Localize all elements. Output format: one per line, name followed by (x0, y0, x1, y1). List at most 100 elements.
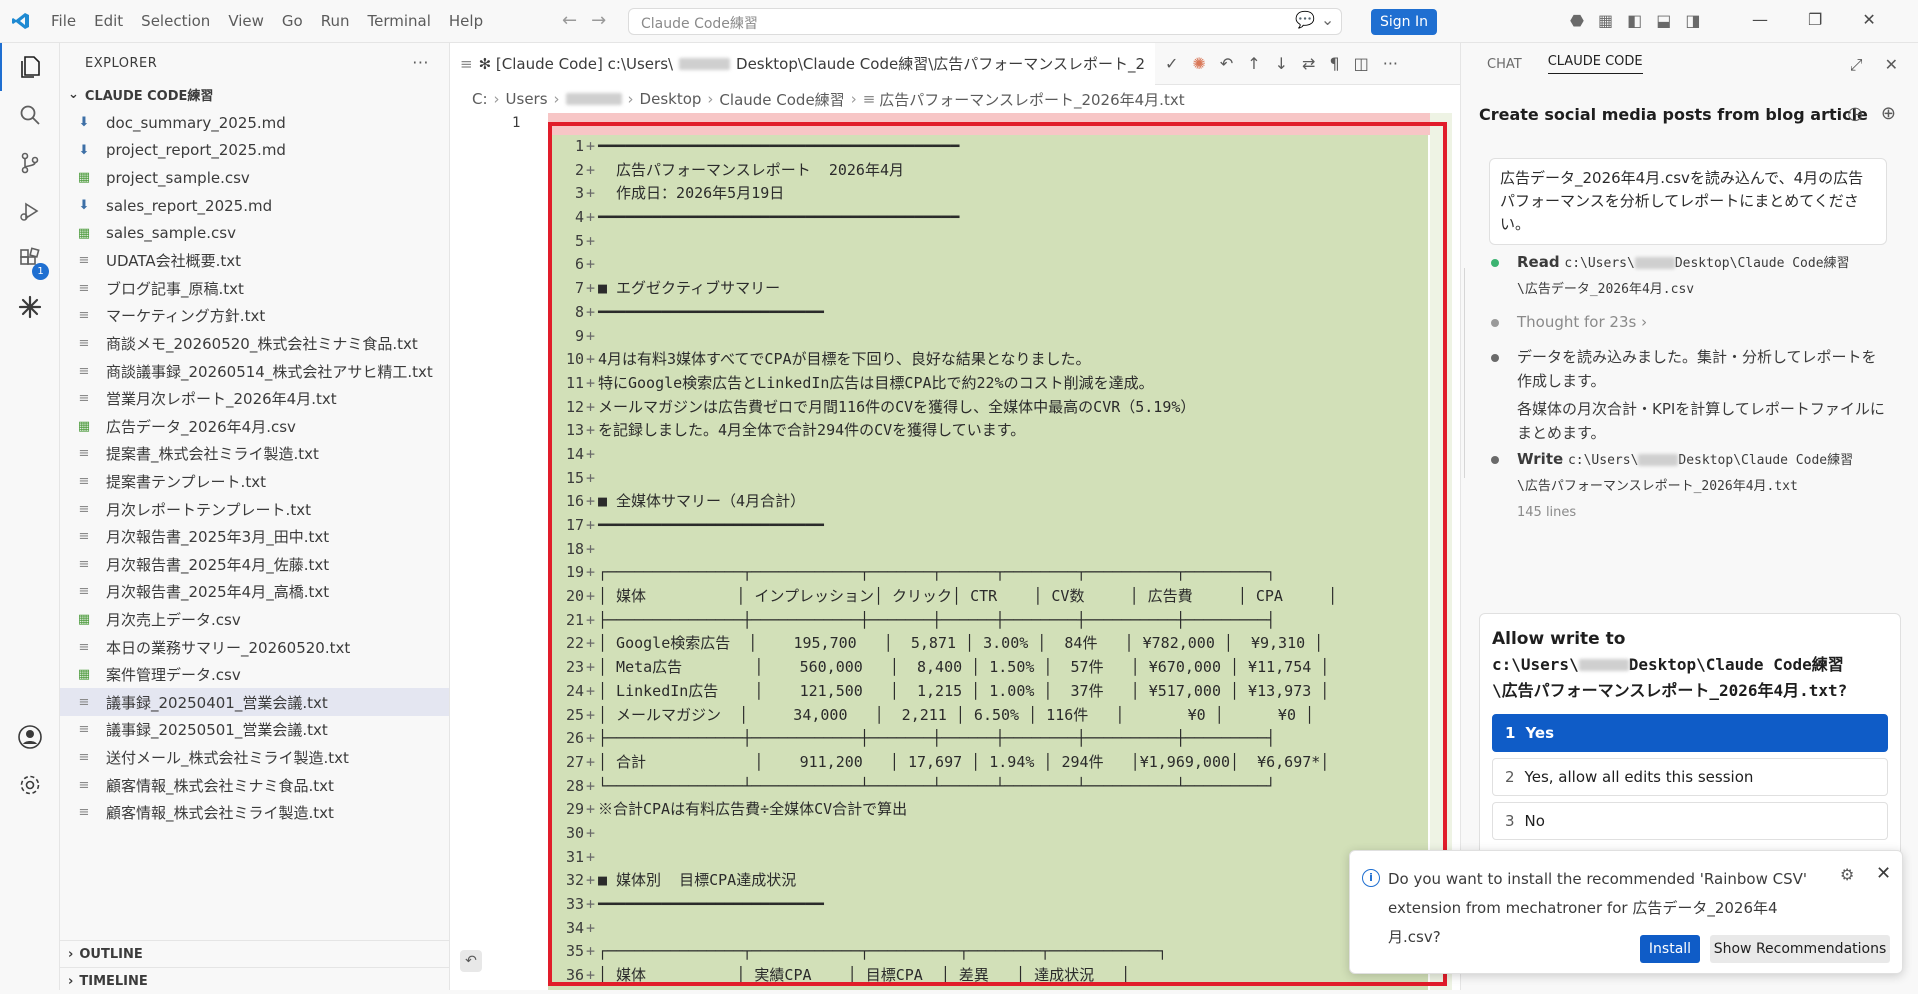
toggle-secondary-sidebar-icon[interactable]: ◨ (1685, 11, 1700, 30)
close-window-icon[interactable]: ✕ (1862, 10, 1875, 29)
added-marker: + (586, 444, 596, 463)
file-item[interactable]: ≡ 月次報告書_2025年4月_高橋.txt (60, 578, 449, 606)
show-recommendations-button[interactable]: Show Recommendations (1710, 935, 1890, 963)
whitespace-icon[interactable]: ¶ (1329, 54, 1339, 73)
file-item[interactable]: ▦ sales_sample.csv (60, 219, 449, 247)
file-item[interactable]: ≡ 議事録_20250401_営業会議.txt (60, 688, 449, 717)
read-path-part3[interactable]: \広告データ_2026年4月.csv (1517, 282, 1694, 297)
menu-terminal[interactable]: Terminal (359, 12, 440, 30)
step-thought[interactable]: Thought for 23s › (1491, 310, 1891, 334)
extension-toolbar-icon[interactable]: ⬣ (1570, 11, 1584, 30)
file-item[interactable]: ≡ 本日の業務サマリー_20260520.txt (60, 633, 449, 661)
text-file-icon: ≡ (78, 749, 90, 765)
swap-diff-icon[interactable]: ⇄ (1302, 54, 1315, 73)
file-item[interactable]: ≡ 議事録_20250501_営業会議.txt (60, 716, 449, 744)
breadcrumb-users[interactable]: Users (506, 90, 548, 108)
text-file-icon: ≡ (78, 391, 90, 407)
menu-run[interactable]: Run (312, 12, 359, 30)
more-actions-icon[interactable]: ··· (1383, 54, 1398, 73)
step-write: Write c:\Users\ Desktop\Claude Code練習 \広告… (1491, 447, 1891, 525)
close-icon[interactable]: ✕ (1885, 55, 1898, 75)
file-item[interactable]: ⬇ doc_summary_2025.md (60, 109, 449, 137)
menu-file[interactable]: File (42, 12, 85, 30)
claude-sparkle-icon[interactable] (0, 283, 60, 331)
file-item[interactable]: ≡ 月次報告書_2025年3月_田中.txt (60, 523, 449, 551)
file-item[interactable]: ≡ 提案書テンプレート.txt (60, 468, 449, 496)
breadcrumb-desktop[interactable]: Desktop (640, 90, 702, 108)
run-debug-icon[interactable] (0, 187, 60, 235)
file-item[interactable]: ▦ project_sample.csv (60, 164, 449, 192)
file-item[interactable]: ≡ マーケティング方針.txt (60, 302, 449, 330)
breadcrumb-file[interactable]: 広告パフォーマンスレポート_2026年4月.txt (879, 89, 1184, 110)
back-arrow-icon[interactable]: ← (562, 10, 577, 31)
history-clock-icon[interactable]: ◷ (1847, 103, 1863, 124)
file-item[interactable]: ≡ ブログ記事_原稿.txt (60, 275, 449, 303)
file-item[interactable]: ⬇ project_report_2025.md (60, 137, 449, 165)
chevron-down-icon[interactable]: ⌄ (1321, 10, 1334, 29)
next-change-icon[interactable]: ↓ (1275, 54, 1288, 73)
more-actions-icon[interactable]: ··· (412, 53, 429, 72)
toggle-panel-icon[interactable]: ⬓ (1656, 11, 1671, 30)
write-path-part3[interactable]: \広告パフォーマンスレポート_2026年4月.txt (1517, 479, 1798, 494)
toast-close-icon[interactable]: ✕ (1876, 863, 1891, 884)
file-item[interactable]: ≡ 顧客情報_株式会社ミナミ食品.txt (60, 771, 449, 799)
diff-view[interactable]: 1 1 + ━━━━━━━━━━━━━━━━━━━━━━━━━━━━━━━━━━━━… (450, 113, 1460, 990)
explorer-icon[interactable] (0, 43, 60, 91)
toggle-primary-sidebar-icon[interactable]: ◧ (1627, 11, 1642, 30)
file-item[interactable]: ≡ 月次レポートテンプレート.txt (60, 495, 449, 523)
forward-arrow-icon[interactable]: → (591, 10, 606, 31)
option-yes[interactable]: 1 Yes (1492, 714, 1888, 752)
folder-header[interactable]: ⌄ CLAUDE CODE練習 (60, 83, 449, 105)
file-item[interactable]: ≡ 営業月次レポート_2026年4月.txt (60, 385, 449, 413)
revert-icon[interactable]: ↶ (1220, 54, 1233, 73)
menu-edit[interactable]: Edit (85, 12, 132, 30)
command-center-search[interactable]: Claude Code練習 (628, 8, 1342, 35)
option-no[interactable]: 3 No (1492, 802, 1888, 840)
file-item[interactable]: ≡ 商談議事録_20260514_株式会社アサヒ精工.txt (60, 357, 449, 385)
sign-in-button[interactable]: Sign In (1371, 9, 1437, 35)
accept-check-icon[interactable]: ✓ (1165, 54, 1178, 73)
new-chat-icon[interactable]: ⊕ (1881, 103, 1896, 124)
tab-claude-code[interactable]: CLAUDE CODE (1547, 54, 1643, 74)
split-editor-icon[interactable]: ◫ (1354, 54, 1369, 73)
file-item[interactable]: ≡ 商談メモ_20260520_株式会社ミナミ食品.txt (60, 330, 449, 358)
editor-tab-diff[interactable]: ≡ ✻ [Claude Code] c:\Users\ Desktop\Claud… (450, 42, 1155, 85)
tab-chat[interactable]: CHAT (1487, 57, 1522, 72)
option-yes-all[interactable]: 2 Yes, allow all edits this session (1492, 758, 1888, 796)
toast-settings-gear-icon[interactable]: ⚙ (1840, 865, 1854, 884)
menu-selection[interactable]: Selection (132, 12, 219, 30)
file-item[interactable]: ≡ 月次報告書_2025年4月_佐藤.txt (60, 551, 449, 579)
write-path-part1[interactable]: c:\Users\ (1568, 453, 1638, 468)
undo-icon[interactable]: ↶ (460, 950, 482, 972)
previous-change-icon[interactable]: ↑ (1247, 54, 1260, 73)
menu-go[interactable]: Go (273, 12, 312, 30)
write-path-part2[interactable]: Desktop\Claude Code練習 (1678, 453, 1853, 468)
menu-view[interactable]: View (219, 12, 273, 30)
read-path-part1[interactable]: c:\Users\ (1564, 256, 1634, 271)
file-item[interactable]: ⬇ sales_report_2025.md (60, 192, 449, 220)
search-icon[interactable] (0, 91, 60, 139)
file-item[interactable]: ▦ 広告データ_2026年4月.csv (60, 413, 449, 441)
source-control-icon[interactable] (0, 139, 60, 187)
settings-gear-icon[interactable] (0, 761, 60, 809)
file-item[interactable]: ≡ 送付メール_株式会社ミライ製造.txt (60, 744, 449, 772)
customize-layout-icon[interactable]: ▦ (1598, 11, 1613, 30)
read-path-part2[interactable]: Desktop\Claude Code練習 (1675, 256, 1850, 271)
minimize-icon[interactable]: — (1752, 10, 1768, 29)
menu-help[interactable]: Help (440, 12, 492, 30)
extensions-icon[interactable]: 1 (0, 235, 60, 283)
file-item[interactable]: ≡ 顧客情報_株式会社ミライ製造.txt (60, 799, 449, 827)
file-item[interactable]: ≡ UDATA会社概要.txt (60, 247, 449, 275)
claude-burst-icon[interactable]: ✺ (1192, 54, 1205, 73)
copilot-chat-icon[interactable]: 💬 (1295, 10, 1315, 29)
restore-icon[interactable]: ❐ (1808, 10, 1822, 29)
file-item[interactable]: ▦ 案件管理データ.csv (60, 661, 449, 689)
install-button[interactable]: Install (1640, 935, 1700, 963)
file-item[interactable]: ▦ 月次売上データ.csv (60, 606, 449, 634)
account-icon[interactable] (0, 713, 60, 761)
breadcrumb-folder[interactable]: Claude Code練習 (719, 89, 844, 110)
outline-section[interactable]: › OUTLINE (60, 940, 450, 967)
breadcrumb-drive[interactable]: C: (472, 90, 488, 108)
file-item[interactable]: ≡ 提案書_株式会社ミライ製造.txt (60, 440, 449, 468)
maximize-icon[interactable]: ⤢ (1850, 55, 1863, 75)
